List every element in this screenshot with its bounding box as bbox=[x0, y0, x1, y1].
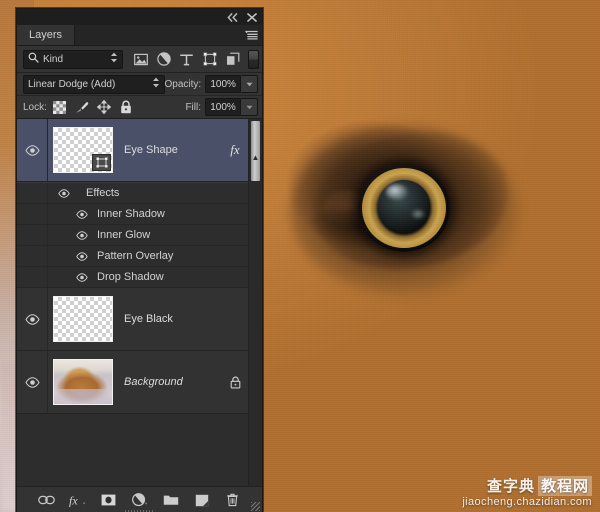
new-adjustment-layer-button[interactable] bbox=[131, 492, 148, 509]
filter-shape-icon[interactable] bbox=[198, 49, 221, 69]
layers-list-wrapper: Eye Shape fx Effects Inner Shadow Inner … bbox=[17, 119, 262, 486]
effect-spacer bbox=[17, 267, 48, 287]
lock-icons bbox=[53, 100, 133, 114]
blend-mode-stepper-icon bbox=[152, 77, 160, 91]
scrollbar-up-arrow-icon[interactable]: ▲ bbox=[251, 153, 260, 162]
layer-name[interactable]: Eye Black bbox=[113, 313, 222, 325]
watermark-chinese-main: 查字典 bbox=[486, 477, 535, 495]
fill-input[interactable]: 100% bbox=[205, 98, 241, 116]
table-row[interactable]: Background bbox=[17, 351, 248, 414]
delete-layer-button[interactable] bbox=[224, 492, 241, 509]
kind-filter-select[interactable]: Kind bbox=[23, 49, 124, 69]
add-layer-mask-button[interactable] bbox=[100, 492, 117, 509]
effect-spacer bbox=[17, 246, 48, 266]
layers-panel: Layers Kind Linear Dodge (Add) Opacity: … bbox=[16, 8, 263, 512]
link-layers-button[interactable] bbox=[38, 492, 55, 509]
list-item[interactable]: Inner Glow bbox=[17, 225, 248, 246]
new-group-button[interactable] bbox=[162, 492, 179, 509]
blend-mode-value: Linear Dodge (Add) bbox=[28, 78, 116, 90]
fill-dropdown-arrow[interactable] bbox=[241, 98, 258, 116]
layers-list: Eye Shape fx Effects Inner Shadow Inner … bbox=[17, 119, 248, 486]
screenshot-root: 查字典 教程网 jiaocheng.chazidian.com Layers K… bbox=[0, 0, 600, 512]
list-item[interactable]: Pattern Overlay bbox=[17, 246, 248, 267]
watermark: 查字典 教程网 jiaocheng.chazidian.com bbox=[462, 476, 592, 508]
lock-label: Lock: bbox=[23, 101, 47, 113]
layer-style-button[interactable]: fx bbox=[69, 492, 86, 509]
blend-mode-row: Linear Dodge (Add) Opacity: 100% bbox=[17, 73, 262, 96]
fill-label: Fill: bbox=[185, 101, 201, 113]
filter-adjustment-icon[interactable] bbox=[152, 49, 175, 69]
layer-name[interactable]: Background bbox=[113, 376, 222, 388]
background-lock-icon bbox=[222, 376, 248, 389]
list-item[interactable]: Inner Shadow bbox=[17, 204, 248, 225]
effect-visibility-icon[interactable] bbox=[74, 209, 90, 219]
layer-name[interactable]: Eye Shape bbox=[113, 144, 222, 156]
svg-text:fx: fx bbox=[69, 494, 78, 508]
filter-toggle-switch[interactable] bbox=[248, 49, 259, 69]
layer-thumbnail[interactable] bbox=[53, 296, 113, 342]
effect-label: Inner Glow bbox=[97, 229, 151, 241]
layer-thumbnail[interactable] bbox=[53, 359, 113, 405]
list-item[interactable]: Drop Shadow bbox=[17, 267, 248, 288]
updown-stepper-icon bbox=[110, 52, 118, 66]
effects-group-visibility-icon[interactable] bbox=[56, 188, 72, 198]
search-icon bbox=[28, 52, 39, 66]
panel-titlebar bbox=[17, 9, 262, 25]
filter-smartobject-icon[interactable] bbox=[221, 49, 244, 69]
background-thumbnail-image bbox=[54, 360, 112, 404]
layer-fx-badge[interactable]: fx bbox=[222, 142, 248, 158]
effect-visibility-icon[interactable] bbox=[74, 272, 90, 282]
layers-footer-toolbar: fx bbox=[17, 486, 262, 512]
effect-spacer bbox=[17, 225, 48, 245]
panel-resize-corner[interactable] bbox=[251, 502, 260, 511]
tab-layers[interactable]: Layers bbox=[17, 25, 76, 45]
blend-mode-select[interactable]: Linear Dodge (Add) bbox=[23, 74, 165, 94]
filter-pixel-icon[interactable] bbox=[129, 49, 152, 69]
lock-transparency-icon[interactable] bbox=[53, 100, 67, 114]
vector-mask-badge bbox=[92, 154, 111, 171]
layer-visibility-toggle[interactable] bbox=[17, 119, 48, 181]
panel-menu-icon[interactable] bbox=[240, 25, 262, 45]
table-row[interactable]: Eye Shape fx bbox=[17, 119, 248, 182]
effect-visibility-icon[interactable] bbox=[74, 251, 90, 261]
collapse-icon[interactable] bbox=[227, 12, 238, 22]
lock-all-icon[interactable] bbox=[119, 100, 133, 114]
layer-visibility-toggle[interactable] bbox=[17, 351, 48, 413]
layers-list-empty-area[interactable] bbox=[17, 414, 248, 486]
list-item-effects-group[interactable]: Effects bbox=[17, 182, 248, 204]
tab-layers-label: Layers bbox=[29, 29, 63, 41]
watermark-chinese: 查字典 教程网 bbox=[462, 476, 592, 496]
new-layer-button[interactable] bbox=[193, 492, 210, 509]
kind-filter-label: Kind bbox=[43, 53, 64, 65]
layer-visibility-toggle[interactable] bbox=[17, 288, 48, 350]
filter-type-icons bbox=[129, 49, 244, 69]
panel-tabbar: Layers bbox=[17, 25, 262, 46]
watermark-url: jiaocheng.chazidian.com bbox=[462, 496, 592, 508]
filter-type-icon[interactable] bbox=[175, 49, 198, 69]
lock-position-icon[interactable] bbox=[96, 100, 111, 114]
opacity-input[interactable]: 100% bbox=[205, 75, 242, 93]
effect-visibility-icon[interactable] bbox=[74, 230, 90, 240]
table-row[interactable]: Eye Black bbox=[17, 288, 248, 351]
layers-scrollbar[interactable]: ▲ bbox=[248, 119, 262, 486]
effect-spacer bbox=[17, 204, 48, 224]
layer-thumbnail[interactable] bbox=[53, 127, 113, 173]
opacity-dropdown-arrow[interactable] bbox=[241, 75, 258, 93]
filter-row: Kind bbox=[17, 46, 262, 73]
lock-image-pixels-icon[interactable] bbox=[75, 100, 89, 114]
lock-row: Lock: Fill: 100% bbox=[17, 96, 262, 119]
tabbar-filler bbox=[75, 25, 240, 45]
effect-label: Inner Shadow bbox=[97, 208, 165, 220]
close-icon[interactable] bbox=[247, 12, 257, 22]
effect-label: Drop Shadow bbox=[97, 271, 164, 283]
watermark-chinese-boxed: 教程网 bbox=[537, 476, 592, 496]
effects-group-spacer bbox=[17, 183, 48, 203]
effects-group-label: Effects bbox=[86, 187, 120, 199]
scrollbar-thumb[interactable] bbox=[251, 121, 260, 181]
opacity-label: Opacity: bbox=[164, 78, 202, 90]
effect-label: Pattern Overlay bbox=[97, 250, 174, 262]
